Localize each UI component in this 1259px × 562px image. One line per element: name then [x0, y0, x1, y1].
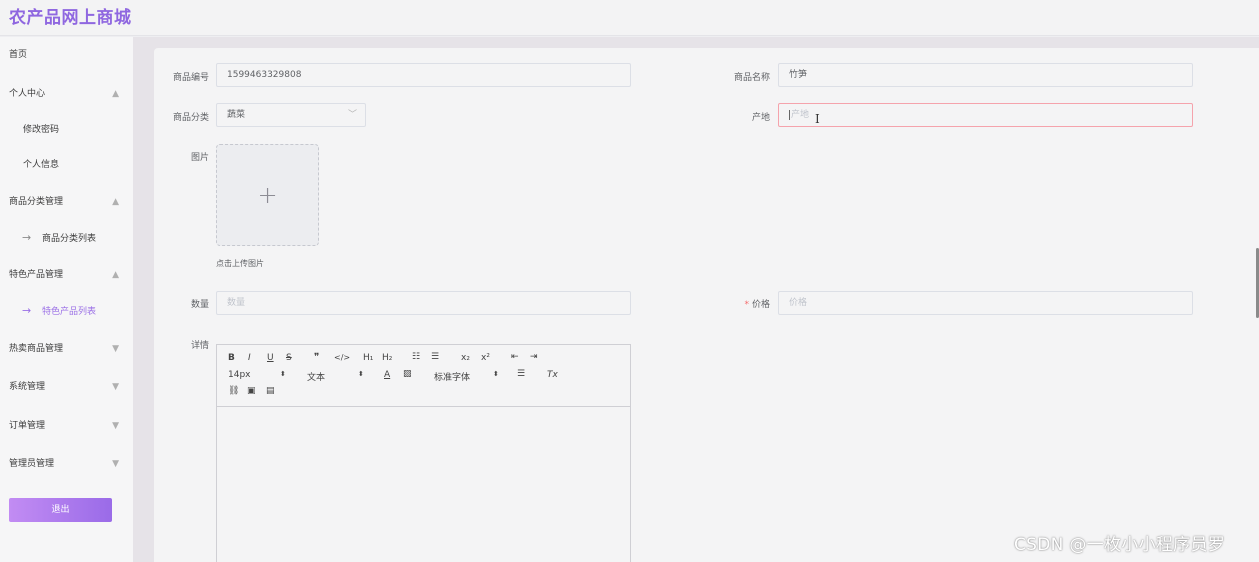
- chevron-down-icon: ﹀: [347, 110, 357, 120]
- font-size-select[interactable]: 14px ⬍: [228, 370, 288, 380]
- arrow-right-icon: →: [22, 304, 32, 317]
- outdent-icon[interactable]: ⇤: [511, 352, 519, 362]
- heading2-button[interactable]: H₂: [382, 353, 392, 363]
- image-label: 图片: [190, 153, 209, 163]
- sidebar-item-label: 商品分类管理: [9, 197, 64, 207]
- bullet-list-icon[interactable]: ☰: [431, 352, 439, 362]
- sidebar-item-change-password[interactable]: 修改密码: [0, 117, 133, 143]
- chevron-down-icon: ▼: [112, 382, 119, 392]
- ordered-list-icon[interactable]: ☷: [412, 352, 420, 362]
- chevron-up-icon: ▲: [112, 197, 119, 207]
- origin-label: 产地: [751, 113, 770, 123]
- font-family-value: 标准字体: [434, 373, 471, 383]
- sidebar-item-featured-management[interactable]: 特色产品管理 ▲: [0, 262, 133, 288]
- sidebar-item-admin-management[interactable]: 管理员管理 ▼: [0, 451, 133, 477]
- sidebar-item-category-management[interactable]: 商品分类管理 ▲: [0, 189, 133, 215]
- sidebar: 首页 个人中心 ▲ 修改密码 个人信息 商品分类管理 ▲ → 商品分类列表 特色产品管…: [0, 37, 133, 562]
- app-title: 农产品网上商城: [9, 8, 132, 28]
- sidebar-item-label: 个人信息: [23, 160, 60, 170]
- chevron-down-icon: ▼: [112, 459, 119, 469]
- category-select[interactable]: 蔬菜 ﹀: [216, 103, 366, 127]
- video-icon[interactable]: ▤: [266, 386, 275, 396]
- price-label: * 价格: [694, 297, 770, 310]
- sidebar-item-label: 首页: [9, 50, 28, 60]
- font-family-select[interactable]: 标准字体 ⬍: [434, 370, 504, 383]
- sidebar-item-label: 特色产品列表: [42, 307, 97, 317]
- image-upload[interactable]: +: [216, 144, 319, 246]
- plus-icon: +: [257, 181, 278, 209]
- ibeam-cursor-icon: I: [815, 112, 820, 126]
- updown-icon: ⬍: [358, 370, 364, 378]
- subscript-button[interactable]: x₂: [461, 353, 470, 363]
- watermark: CSDN @一枚小小程序员罗: [1014, 535, 1226, 555]
- upload-tip: 点击上传图片: [216, 259, 264, 268]
- background-color-icon[interactable]: ▨: [403, 369, 412, 379]
- name-label: 商品名称: [733, 73, 770, 83]
- sidebar-item-label: 修改密码: [23, 125, 60, 135]
- chevron-down-icon: ▼: [112, 421, 119, 431]
- editor-toolbar: B I U S ❞ </> H₁ H₂ ☷ ☰ x₂ x² ⇤ ⇥ 14px ⬍ …: [217, 345, 630, 407]
- sidebar-item-label: 系统管理: [9, 382, 46, 392]
- origin-placeholder: 产地: [791, 110, 810, 120]
- text-type-select[interactable]: 文本 ⬍: [307, 370, 367, 383]
- sidebar-item-label: 特色产品管理: [9, 270, 64, 280]
- category-select-value: 蔬菜: [227, 110, 246, 120]
- italic-button[interactable]: I: [248, 353, 251, 363]
- name-input[interactable]: 竹笋: [778, 63, 1193, 87]
- superscript-button[interactable]: x²: [481, 353, 490, 363]
- indent-icon[interactable]: ⇥: [530, 352, 538, 362]
- chevron-up-icon: ▲: [112, 270, 119, 280]
- align-icon[interactable]: ☰: [517, 369, 525, 379]
- rich-text-editor: B I U S ❞ </> H₁ H₂ ☷ ☰ x₂ x² ⇤ ⇥ 14px ⬍ …: [216, 344, 631, 562]
- sidebar-item-personal-center[interactable]: 个人中心 ▲: [0, 81, 133, 107]
- top-bar: 农产品网上商城: [0, 0, 1259, 36]
- chevron-up-icon: ▲: [112, 89, 119, 99]
- logout-button[interactable]: 退出: [9, 498, 112, 522]
- sidebar-item-hot-products[interactable]: 热卖商品管理 ▼: [0, 336, 133, 362]
- text-caret: [789, 109, 790, 120]
- clear-format-icon[interactable]: Tx: [547, 370, 558, 380]
- image-icon[interactable]: ▣: [247, 386, 256, 396]
- text-color-icon[interactable]: A: [384, 370, 390, 380]
- product-form: 商品编号 1599463329808 商品名称 竹笋 商品分类 蔬菜 ﹀ 产地 …: [154, 48, 1259, 562]
- sidebar-item-label: 订单管理: [9, 421, 46, 431]
- details-label: 详情: [190, 341, 209, 351]
- sidebar-item-order-management[interactable]: 订单管理 ▼: [0, 413, 133, 439]
- origin-input[interactable]: 产地 I: [778, 103, 1193, 127]
- quantity-label: 数量: [190, 300, 209, 310]
- strike-button[interactable]: S: [286, 353, 292, 363]
- chevron-down-icon: ▼: [112, 344, 119, 354]
- sidebar-item-featured-list[interactable]: → 特色产品列表: [0, 298, 133, 324]
- price-input[interactable]: 价格: [778, 291, 1193, 315]
- link-icon[interactable]: ⛓: [228, 386, 239, 396]
- heading1-button[interactable]: H₁: [363, 353, 373, 363]
- underline-button[interactable]: U: [267, 353, 274, 363]
- font-size-value: 14px: [228, 370, 251, 380]
- editor-content[interactable]: [217, 407, 630, 562]
- blockquote-icon[interactable]: ❞: [314, 352, 319, 363]
- updown-icon: ⬍: [280, 370, 286, 378]
- arrow-right-icon: →: [22, 231, 32, 244]
- price-label-text: 价格: [751, 300, 770, 310]
- required-mark: *: [744, 300, 749, 310]
- sidebar-item-home[interactable]: 首页: [0, 42, 133, 68]
- category-label: 商品分类: [172, 113, 209, 123]
- sidebar-item-label: 个人中心: [9, 89, 46, 99]
- code-icon[interactable]: </>: [334, 353, 350, 362]
- bold-button[interactable]: B: [228, 353, 235, 363]
- sidebar-item-personal-info[interactable]: 个人信息: [0, 152, 133, 178]
- sidebar-item-category-list[interactable]: → 商品分类列表: [0, 225, 133, 251]
- main-content: 商品编号 1599463329808 商品名称 竹笋 商品分类 蔬菜 ﹀ 产地 …: [133, 37, 1259, 562]
- sidebar-item-system-management[interactable]: 系统管理 ▼: [0, 374, 133, 400]
- sidebar-item-label: 商品分类列表: [42, 234, 97, 244]
- quantity-input[interactable]: 数量: [216, 291, 631, 315]
- updown-icon: ⬍: [493, 370, 499, 378]
- sidebar-item-label: 热卖商品管理: [9, 344, 64, 354]
- code-label: 商品编号: [172, 73, 209, 83]
- text-type-value: 文本: [307, 373, 326, 383]
- sidebar-item-label: 管理员管理: [9, 459, 55, 469]
- code-input[interactable]: 1599463329808: [216, 63, 631, 87]
